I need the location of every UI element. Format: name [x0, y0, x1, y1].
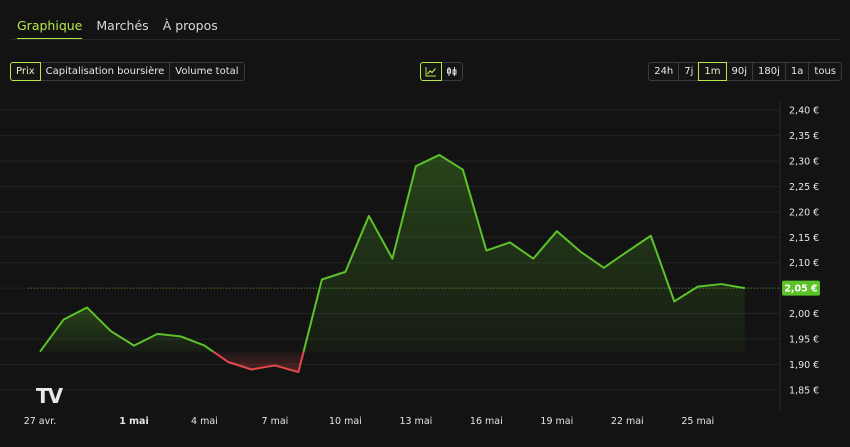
range-button-1a[interactable]: 1a: [784, 62, 810, 81]
line-chart-button[interactable]: [420, 62, 442, 81]
candlestick-chart-icon: [447, 67, 457, 76]
y-axis-tick-label: 1,90 €: [789, 360, 819, 371]
x-axis-tick-label: 16 mai: [470, 416, 503, 427]
y-axis-tick-label: 1,85 €: [789, 385, 819, 396]
y-axis-tick-label: 1,95 €: [789, 334, 819, 345]
range-button-90j[interactable]: 90j: [725, 62, 754, 81]
metric-button-prix[interactable]: Prix: [10, 62, 41, 81]
x-axis-tick-label: 10 mai: [329, 416, 362, 427]
price-chart[interactable]: 2,40 € 2,35 € 2,30 € 2,25 € 2,20 € 2,15 € 2,10…: [0, 100, 850, 443]
y-axis-tick-label: 2,40 €: [789, 106, 819, 117]
y-axis-tick-label: 2,20 €: [789, 207, 819, 218]
tab-bar: Graphique Marchés À propos: [10, 0, 225, 40]
y-axis-tick-label: 2,10 €: [789, 258, 819, 269]
x-axis-tick-label: 27 avr.: [24, 416, 57, 427]
tradingview-logo: TV: [36, 384, 63, 408]
current-price-label: 2,05 €: [784, 284, 817, 295]
range-button-24h[interactable]: 24h: [648, 62, 680, 81]
x-axis-tick-label: 1 mai: [119, 416, 148, 427]
y-axis-tick-label: 2,25 €: [789, 182, 819, 193]
candlestick-chart-button[interactable]: [441, 62, 463, 81]
x-axis-tick-label: 22 mai: [611, 416, 644, 427]
y-axis-tick-label: 2,00 €: [789, 309, 819, 320]
x-axis-tick-label: 19 mai: [540, 416, 573, 427]
range-selector: 24h 7j 1m 90j 180j 1a tous: [648, 62, 842, 81]
y-axis-tick-label: 2,35 €: [789, 131, 819, 142]
tab-marches[interactable]: Marchés: [89, 0, 155, 38]
tab-graphique[interactable]: Graphique: [10, 0, 89, 40]
range-button-180j[interactable]: 180j: [752, 62, 786, 81]
metric-button-volume[interactable]: Volume total: [169, 62, 245, 81]
range-button-1m[interactable]: 1m: [698, 62, 727, 81]
metric-button-market-cap[interactable]: Capitalisation boursière: [39, 62, 171, 81]
range-button-tous[interactable]: tous: [808, 62, 842, 81]
x-axis-tick-label: 7 mai: [262, 416, 289, 427]
tabs-divider: [10, 39, 840, 40]
line-chart-icon: [425, 67, 436, 77]
x-axis-tick-label: 4 mai: [191, 416, 218, 427]
x-axis-tick-label: 13 mai: [399, 416, 432, 427]
price-chart-svg: 2,40 € 2,35 € 2,30 € 2,25 € 2,20 € 2,15 € 2,10…: [0, 100, 820, 427]
y-axis-tick-label: 2,15 €: [789, 233, 819, 244]
metric-selector: Prix Capitalisation boursière Volume tot…: [10, 62, 245, 81]
x-axis-tick-label: 25 mai: [681, 416, 714, 427]
area-fill-above-baseline: [40, 307, 214, 352]
range-button-7j[interactable]: 7j: [678, 62, 700, 81]
y-axis-tick-label: 2,30 €: [789, 157, 819, 168]
tab-a-propos[interactable]: À propos: [156, 0, 225, 38]
chart-type-selector: [420, 62, 463, 81]
